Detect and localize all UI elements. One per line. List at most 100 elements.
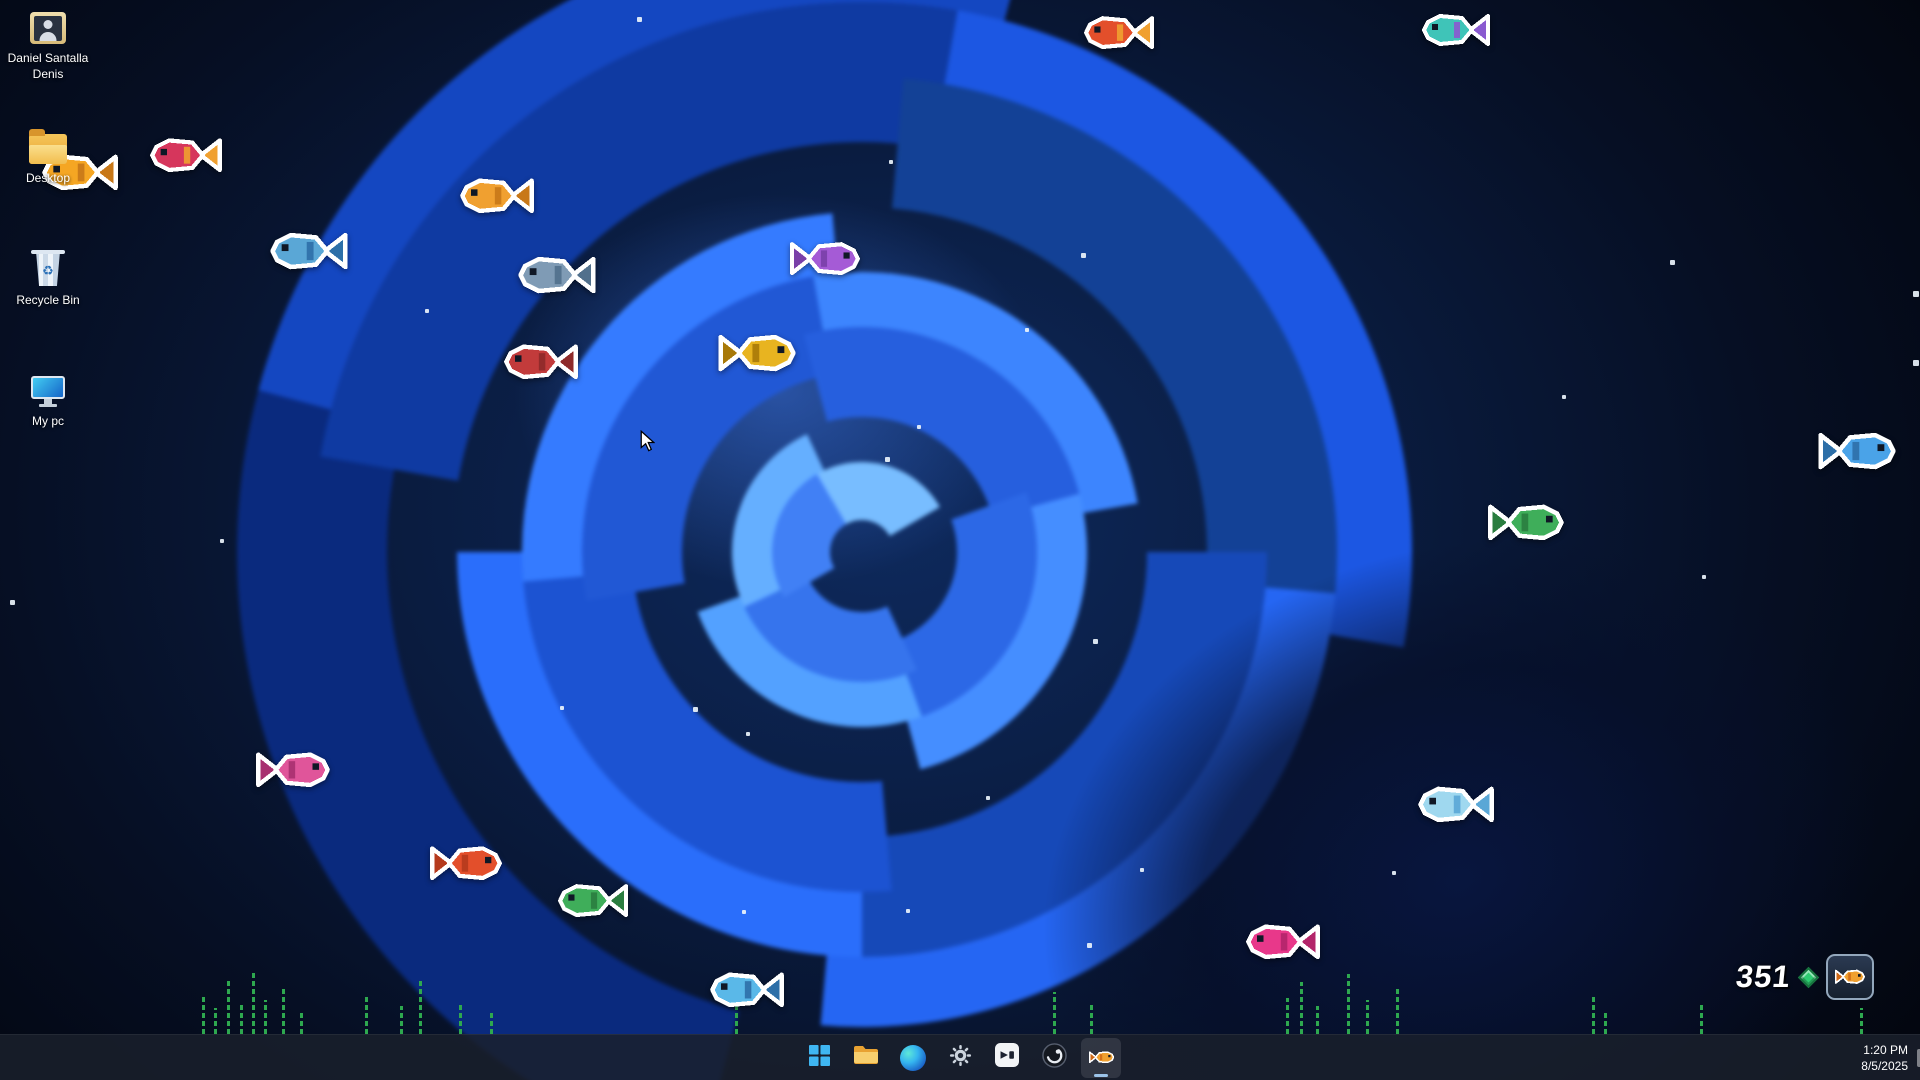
- user-account-icon: [30, 12, 66, 44]
- desktop-icon-label: Recycle Bin: [16, 293, 79, 309]
- edge-button[interactable]: [893, 1038, 933, 1078]
- bubble: [917, 425, 921, 429]
- gem-icon: [1798, 966, 1819, 987]
- desktop-icon-user-folder[interactable]: Daniel Santalla Denis: [0, 12, 96, 82]
- seaweed: [1090, 1004, 1093, 1034]
- taskbar: 1:20 PM 8/5/2025: [0, 1034, 1920, 1080]
- recycle-bin-icon: ♻: [34, 254, 62, 286]
- seaweed: [1592, 994, 1595, 1034]
- desktop: Daniel Santalla Denis Desktop ♻ Recycle …: [0, 0, 1920, 1080]
- fish[interactable]: [268, 226, 350, 276]
- bubble: [1670, 260, 1675, 265]
- seaweed: [365, 996, 368, 1034]
- fish[interactable]: [716, 328, 798, 378]
- aquarium-app-button[interactable]: [1081, 1038, 1121, 1078]
- seaweed: [300, 1010, 303, 1034]
- edge-icon: [900, 1045, 926, 1071]
- fish[interactable]: [556, 878, 630, 923]
- seaweed: [214, 1008, 217, 1034]
- fish[interactable]: [788, 236, 862, 281]
- desktop-icon-label: Daniel Santalla Denis: [4, 51, 92, 82]
- bubble: [1913, 360, 1919, 366]
- bubble: [1913, 291, 1919, 297]
- folder-icon: [853, 1044, 879, 1071]
- mouse-cursor: [640, 430, 655, 458]
- file-explorer-button[interactable]: [846, 1038, 886, 1078]
- start-button[interactable]: [799, 1038, 839, 1078]
- capcut-icon: [995, 1043, 1019, 1072]
- tray-time: 1:20 PM: [1863, 1042, 1908, 1058]
- seaweed: [240, 1004, 243, 1034]
- score-value: 351: [1734, 959, 1793, 995]
- bubble: [742, 910, 746, 914]
- fish[interactable]: [1244, 918, 1322, 966]
- desktop-icon-label: My pc: [32, 414, 64, 430]
- fish[interactable]: [1082, 10, 1156, 55]
- aquarium-fish-icon: [1088, 1049, 1115, 1066]
- seaweed: [282, 988, 285, 1034]
- bubble: [1562, 395, 1566, 399]
- wallpaper-bloom: [0, 0, 1920, 1080]
- gear-icon: [949, 1044, 972, 1072]
- obs-studio-icon: [1042, 1043, 1067, 1073]
- bubble: [1140, 868, 1144, 872]
- capcut-button[interactable]: [987, 1038, 1027, 1078]
- bubble: [986, 796, 990, 800]
- seaweed: [252, 972, 255, 1034]
- fish[interactable]: [1416, 780, 1496, 829]
- bubble: [1093, 639, 1098, 644]
- seaweed: [1396, 988, 1399, 1034]
- bubble: [637, 17, 642, 22]
- bubble: [560, 706, 564, 710]
- bubble: [885, 457, 890, 462]
- bubble: [906, 909, 910, 913]
- seaweed: [1053, 992, 1056, 1034]
- seaweed: [202, 994, 205, 1034]
- fish[interactable]: [502, 338, 580, 386]
- bubble: [1392, 871, 1396, 875]
- fish[interactable]: [708, 966, 786, 1014]
- fish[interactable]: [1486, 498, 1566, 547]
- seaweed: [1347, 974, 1350, 1034]
- seaweed: [400, 1006, 403, 1034]
- settings-button[interactable]: [940, 1038, 980, 1078]
- bubble: [889, 160, 893, 164]
- fish[interactable]: [458, 172, 536, 220]
- seaweed: [1604, 1010, 1607, 1034]
- fish[interactable]: [428, 840, 504, 886]
- bubble: [425, 309, 429, 313]
- fish[interactable]: [254, 746, 332, 794]
- folder-icon: [29, 134, 67, 164]
- desktop-icon-my-pc[interactable]: My pc: [0, 376, 96, 430]
- fish[interactable]: [1816, 426, 1898, 476]
- seaweed: [1316, 1006, 1319, 1034]
- monitor-icon: [31, 376, 65, 407]
- seaweed: [1860, 1008, 1863, 1034]
- desktop-icon-recycle-bin[interactable]: ♻ Recycle Bin: [0, 254, 96, 309]
- taskbar-center-group: [799, 1038, 1121, 1078]
- desktop-icon-desktop-folder[interactable]: Desktop: [0, 134, 96, 187]
- fish[interactable]: [148, 132, 224, 178]
- seaweed: [1286, 998, 1289, 1034]
- seaweed: [1300, 982, 1303, 1034]
- fish[interactable]: [1420, 8, 1492, 52]
- bubble: [220, 539, 224, 543]
- aquarium-fish-badge[interactable]: [1826, 954, 1874, 1000]
- fish[interactable]: [516, 250, 598, 300]
- bubble: [1081, 253, 1086, 258]
- bubble: [10, 600, 15, 605]
- system-tray-clock[interactable]: 1:20 PM 8/5/2025: [1861, 1035, 1908, 1080]
- seaweed: [419, 979, 422, 1034]
- tray-date: 8/5/2025: [1861, 1058, 1908, 1074]
- seaweed: [1366, 1000, 1369, 1034]
- seaweed: [227, 979, 230, 1034]
- seaweed: [459, 1002, 462, 1034]
- windows-logo-icon: [809, 1045, 830, 1071]
- bubble: [693, 707, 698, 712]
- desktop-icon-label: Desktop: [26, 171, 70, 187]
- bubble: [1087, 943, 1092, 948]
- bubble: [1025, 328, 1029, 332]
- obs-studio-button[interactable]: [1034, 1038, 1074, 1078]
- bubble: [746, 732, 750, 736]
- aquarium-score: 351: [1736, 952, 1874, 1002]
